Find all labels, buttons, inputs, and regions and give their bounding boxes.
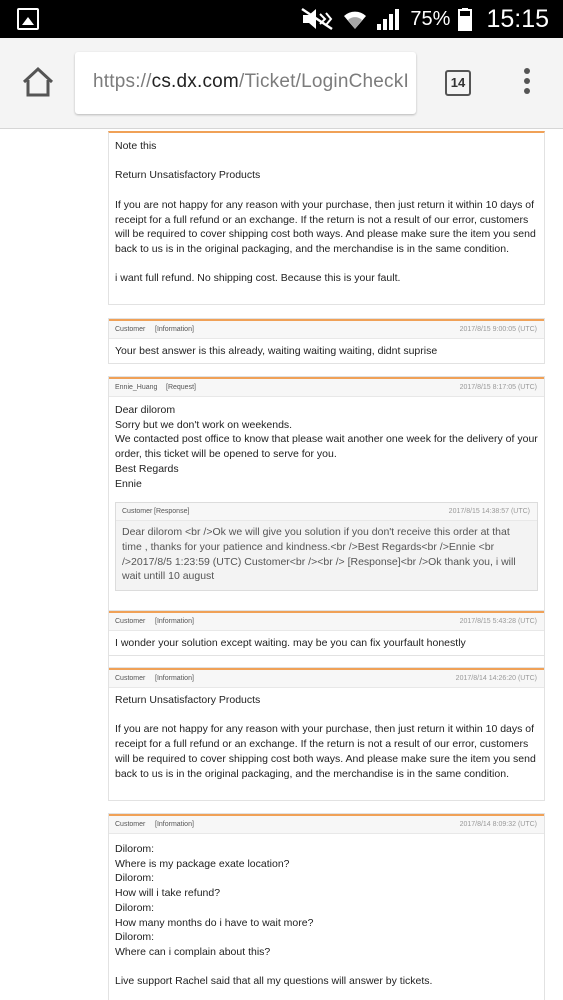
gallery-notification-icon: [17, 8, 39, 30]
url-domain: cs.dx.com: [151, 71, 239, 92]
url-prefix: https://: [93, 71, 152, 92]
quote-tag: [Response]: [154, 508, 190, 516]
message-body: Your best answer is this already, waitin…: [115, 345, 438, 357]
message-time: 2017/8/15 5:43:28 (UTC): [459, 618, 537, 625]
clock: 15:15: [486, 4, 549, 33]
message-header: Customer [Information] 2017/8/15 5:43:28…: [109, 611, 544, 631]
ticket-thread: Note this Return Unsatisfactory Products…: [0, 129, 563, 1000]
message-author: Customer: [115, 675, 146, 682]
quote-header: Customer [Response] 2017/8/15 14:38:57 (…: [116, 503, 537, 522]
message-header: Ennie_Huang [Request] 2017/8/15 8:17:05 …: [109, 377, 544, 397]
message-author: Customer: [115, 326, 146, 333]
quote-body: Dear dilorom <br />Ok we will give you s…: [122, 526, 519, 583]
home-icon[interactable]: [20, 64, 56, 100]
message-author: Ennie_Huang: [115, 384, 158, 391]
message-body: I wonder your solution except waiting. m…: [115, 637, 466, 649]
message-tag: [Request]: [166, 384, 196, 391]
ticket-message: Note this Return Unsatisfactory Products…: [108, 131, 545, 305]
url-path: /Ticket/LoginCheckI: [238, 71, 409, 92]
message-time: 2017/8/15 8:17:05 (UTC): [459, 384, 537, 391]
tab-switcher-button[interactable]: 14: [445, 70, 471, 96]
message-author: Customer: [115, 618, 146, 625]
battery-percent: 75%: [410, 7, 451, 30]
message-time: 2017/8/14 8:09:32 (UTC): [459, 821, 537, 828]
overflow-menu-icon[interactable]: [522, 68, 532, 98]
message-header: Customer [Information] 2017/8/14 8:09:32…: [109, 814, 544, 834]
message-body: Note this Return Unsatisfactory Products…: [115, 140, 536, 285]
message-author: Customer: [115, 821, 146, 828]
quoted-response: Customer [Response] 2017/8/15 14:38:57 (…: [115, 502, 538, 592]
ticket-message: Customer [Information] 2017/8/15 5:43:28…: [108, 610, 545, 656]
quote-time: 2017/8/15 14:38:57 (UTC): [448, 508, 530, 516]
ticket-message: Customer [Information] 2017/8/14 8:09:32…: [108, 813, 545, 1000]
signal-icon: [377, 9, 400, 30]
ticket-message: Customer [Information] 2017/8/14 14:26:2…: [108, 667, 545, 801]
message-header: Customer [Information] 2017/8/15 9:00:05…: [109, 319, 544, 339]
message-body: Dear dilorom Sorry but we don't work on …: [115, 404, 538, 490]
battery-icon: [458, 8, 473, 31]
message-tag: [Information]: [155, 618, 194, 625]
mute-icon: [301, 7, 334, 31]
message-tag: [Information]: [155, 675, 194, 682]
message-tag: [Information]: [155, 326, 194, 333]
status-bar: 75% 15:15: [0, 0, 563, 38]
message-body: Dilorom: Where is my package exate locat…: [115, 843, 433, 988]
message-time: 2017/8/15 9:00:05 (UTC): [459, 326, 537, 333]
url-field[interactable]: https://cs.dx.com/Ticket/LoginCheckI: [75, 52, 416, 114]
message-tag: [Information]: [155, 821, 194, 828]
message-header: Customer [Information] 2017/8/14 14:26:2…: [109, 668, 544, 688]
quote-author: Customer: [122, 508, 153, 516]
browser-toolbar: https://cs.dx.com/Ticket/LoginCheckI 14: [0, 38, 563, 129]
message-body: Return Unsatisfactory Products If you ar…: [115, 694, 536, 780]
ticket-message: Customer [Information] 2017/8/15 9:00:05…: [108, 318, 545, 364]
wifi-icon: [344, 11, 367, 29]
message-time: 2017/8/14 14:26:20 (UTC): [455, 675, 537, 682]
